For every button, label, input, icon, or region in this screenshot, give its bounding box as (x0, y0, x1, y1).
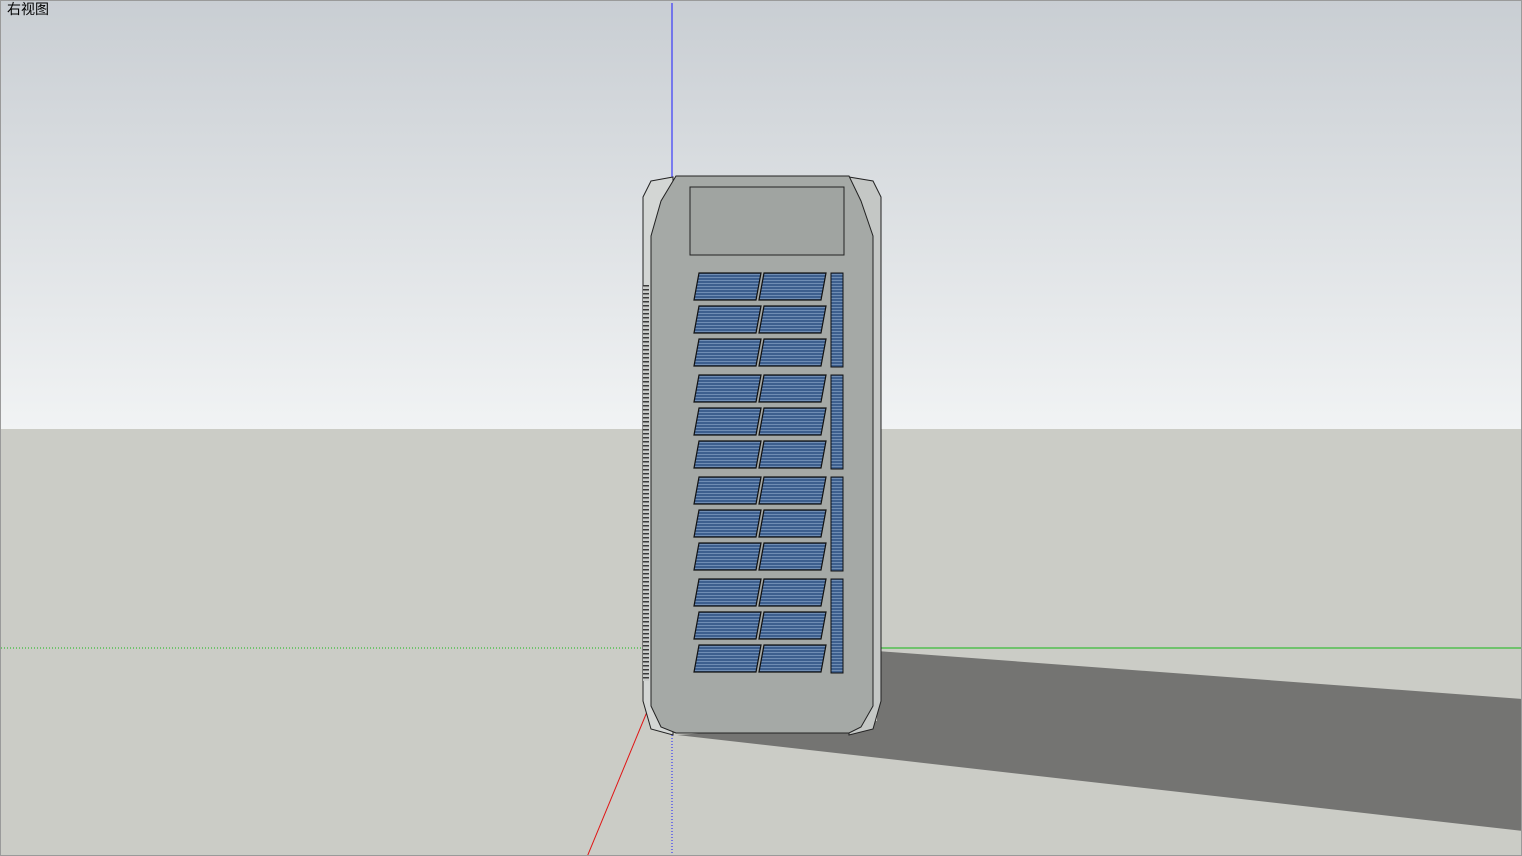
view-name-label: 右视图 (7, 2, 49, 18)
solar-panel (758, 542, 827, 571)
solar-panel (693, 272, 762, 301)
side-bar-2 (830, 374, 844, 470)
side-bar-1 (830, 272, 844, 368)
solar-panel (758, 644, 827, 673)
solar-panel (693, 407, 762, 436)
scene-canvas[interactable] (1, 1, 1522, 856)
solar-panel (693, 338, 762, 367)
solar-panel (693, 509, 762, 538)
solar-panel (693, 578, 762, 607)
solar-panel (758, 407, 827, 436)
left-vent-strip (643, 285, 649, 681)
solar-panel (693, 644, 762, 673)
solar-panel (758, 476, 827, 505)
building-model[interactable] (642, 175, 882, 736)
solar-panel (693, 542, 762, 571)
side-bar-4 (830, 578, 844, 674)
solar-panel (758, 338, 827, 367)
facade-sign-panel (689, 186, 845, 256)
solar-panel (758, 374, 827, 403)
solar-panel (758, 611, 827, 640)
solar-panel (693, 476, 762, 505)
solar-panel (693, 440, 762, 469)
solar-panel (758, 578, 827, 607)
3d-viewport[interactable]: 右视图 (0, 0, 1522, 856)
solar-panel (693, 374, 762, 403)
solar-panel (758, 440, 827, 469)
solar-panel (693, 611, 762, 640)
solar-panel (693, 305, 762, 334)
side-bar-3 (830, 476, 844, 572)
solar-panel (758, 509, 827, 538)
solar-panel (758, 305, 827, 334)
solar-panel (758, 272, 827, 301)
